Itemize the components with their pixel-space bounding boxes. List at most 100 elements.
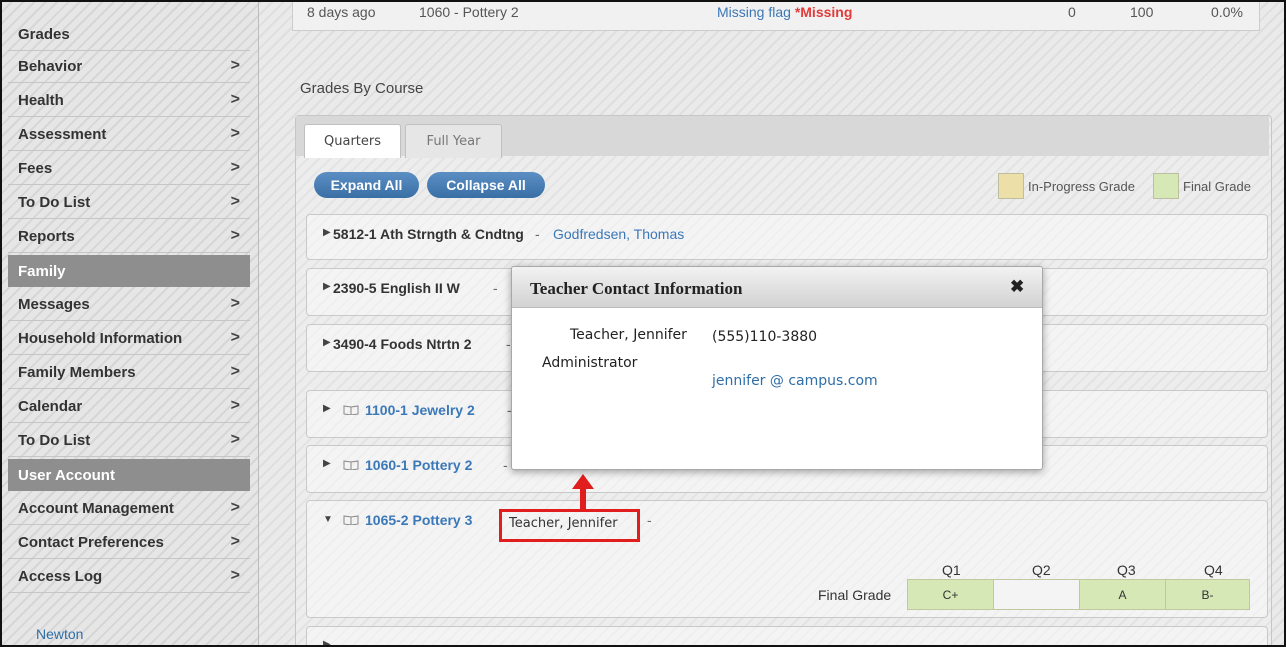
assignment-score: 0 [1068,4,1076,20]
in-progress-legend-swatch [998,173,1024,199]
collapse-triangle-icon[interactable]: ▼ [323,514,333,525]
chevron-right-icon: > [230,91,240,108]
expand-triangle-icon[interactable]: ▶ [323,281,331,292]
sidebar-item-label: Fees [18,160,53,177]
course-separator: - [506,336,511,352]
course-name: 3490-4 Foods Ntrtn 2 [333,336,472,352]
course-row[interactable]: ▶ 5812-1 Ath Strngth & Cndtng - Godfreds… [306,214,1268,260]
sidebar-item[interactable]: Contact Preferences > [8,527,250,559]
course-separator: - [535,226,540,242]
close-icon[interactable]: ✖ [1010,277,1024,297]
course-name: 5812-1 Ath Strngth & Cndtng [333,226,524,242]
course-name-link[interactable]: 1060-1 Pottery 2 [365,457,472,473]
book-icon [343,405,359,415]
final-grade-legend-label: Final Grade [1183,179,1251,194]
sidebar-item[interactable]: Family Members > [8,357,250,389]
sidebar-item-label: User Account [18,466,115,484]
sidebar-item[interactable]: Fees > [8,153,250,185]
grade-cell[interactable]: B- [1165,579,1250,610]
expand-triangle-icon[interactable]: ▶ [323,639,331,645]
contact-role: Administrator [542,355,638,371]
chevron-right-icon: > [230,431,240,448]
expand-triangle-icon[interactable]: ▶ [323,458,331,469]
course-teacher-link[interactable]: Godfredsen, Thomas [553,226,684,242]
quarter-header: Q1 [942,562,961,578]
chevron-right-icon: > [230,363,240,380]
sidebar-item[interactable]: Access Log > [8,561,250,593]
course-separator: - [647,512,652,528]
tab-full-year[interactable]: Full Year [405,124,502,158]
assignment-percent: 0.0% [1211,4,1243,20]
chevron-right-icon: > [230,533,240,550]
sidebar-item-label: Messages [18,296,90,313]
expand-triangle-icon[interactable]: ▶ [323,227,331,238]
sidebar-item[interactable]: Behavior > [8,51,250,83]
course-separator: - [503,457,508,473]
grade-cell[interactable]: C+ [907,579,994,610]
sidebar-item[interactable]: Messages > [8,289,250,321]
collapse-all-button[interactable]: Collapse All [427,172,545,198]
teacher-contact-dialog: Teacher Contact Information ✖ Teacher, J… [511,266,1043,470]
assignment-course: 1060 - Pottery 2 [419,4,519,20]
sidebar-item[interactable]: Grades [8,19,250,51]
chevron-right-icon: > [230,57,240,74]
sidebar-item[interactable]: Household Information > [8,323,250,355]
school-link[interactable]: Newton [36,626,83,642]
sidebar-item[interactable]: Health > [8,85,250,117]
sidebar-item[interactable]: Reports > [8,221,250,253]
expand-all-button[interactable]: Expand All [314,172,419,198]
sidebar-item-label: Calendar [18,398,83,415]
grade-cell[interactable]: A [1079,579,1166,610]
sidebar-item[interactable]: To Do List > [8,187,250,219]
sidebar-item-label: Account Management [18,500,174,517]
chevron-right-icon: > [230,567,240,584]
expand-triangle-icon[interactable]: ▶ [323,403,331,414]
sidebar-item-label: Grades [18,26,70,43]
sidebar-item-label: Access Log [18,568,103,585]
sidebar-item-label: Family [18,262,66,280]
course-name-link[interactable]: 1065-2 Pottery 3 [365,512,472,528]
final-grade-row-label: Final Grade [818,587,892,603]
sidebar-item[interactable]: To Do List > [8,425,250,457]
chevron-right-icon: > [230,499,240,516]
chevron-right-icon: > [230,159,240,176]
expand-triangle-icon[interactable]: ▶ [323,337,331,348]
sidebar-item-label: Behavior [18,58,83,75]
highlighted-teacher-name[interactable]: Teacher, Jennifer [509,516,618,531]
book-icon [343,460,359,470]
course-name-link[interactable]: 1100-1 Jewelry 2 [365,402,475,418]
sidebar-nav: Grades Behavior > Health > Assessment > Fees > To… [2,2,259,645]
sidebar-item-label: Contact Preferences [18,534,164,551]
assignment-total: 100 [1130,4,1154,20]
in-progress-legend-label: In-Progress Grade [1028,179,1135,194]
dialog-header: Teacher Contact Information ✖ [512,267,1042,308]
tab-quarters[interactable]: Quarters [304,124,401,158]
sidebar-section-header: Family [8,255,250,287]
grades-by-course-title: Grades By Course [300,80,424,97]
quarter-header: Q3 [1117,562,1136,578]
course-row[interactable]: ▶ [306,626,1268,645]
sidebar-item[interactable]: Assessment > [8,119,250,151]
missing-flag-link[interactable]: Missing flag *Missing [717,4,852,20]
sidebar-section-header: User Account [8,459,250,491]
sidebar-item[interactable]: Calendar > [8,391,250,423]
annotation-arrow-icon [572,474,594,510]
contact-email-link[interactable]: jennifer @ campus.com [712,373,878,389]
chevron-right-icon: > [230,295,240,312]
quarter-header: Q4 [1204,562,1223,578]
chevron-right-icon: > [230,329,240,346]
sidebar-item[interactable]: Account Management > [8,493,250,525]
sidebar-item-label: Health [18,92,64,109]
chevron-right-icon: > [230,397,240,414]
app-frame: Grades Behavior > Health > Assessment > Fees > To… [0,0,1286,647]
sidebar-item-label: Reports [18,228,75,245]
missing-flag-badge: *Missing [794,4,853,20]
sidebar-item-label: To Do List [18,194,91,211]
chevron-right-icon: > [230,227,240,244]
course-separator: - [493,280,498,296]
sidebar-item-label: Household Information [18,330,183,347]
contact-teacher-name: Teacher, Jennifer [570,327,687,343]
sidebar-item-label: Assessment [18,126,107,143]
quarter-header: Q2 [1032,562,1051,578]
assignment-due: 8 days ago [307,4,376,20]
